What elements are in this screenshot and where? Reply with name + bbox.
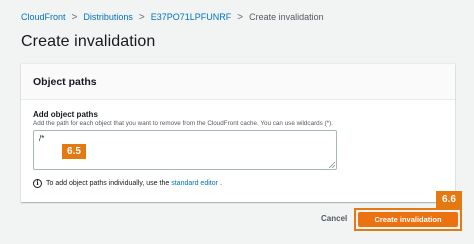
- info-suffix: .: [219, 180, 222, 187]
- create-invalidation-button[interactable]: Create invalidation: [358, 212, 458, 227]
- step-callout-create: 6.6: [436, 191, 462, 208]
- cancel-button[interactable]: Cancel: [321, 214, 347, 223]
- standard-editor-link[interactable]: standard editor: [171, 180, 218, 187]
- page-title: Create invalidation: [21, 33, 156, 50]
- info-hint: i To add object paths individually, use …: [33, 179, 222, 188]
- object-paths-value: /*: [39, 134, 45, 143]
- breadcrumb: CloudFront > Distributions > E37PO71LPFU…: [21, 10, 324, 24]
- create-button-highlight: Create invalidation: [354, 208, 462, 231]
- field-description: Add the path for each object that you wa…: [33, 120, 333, 127]
- step-callout-textarea: 6.5: [62, 144, 86, 159]
- panel-header: Object paths: [21, 64, 455, 100]
- breadcrumb-cloudfront[interactable]: CloudFront: [21, 12, 66, 22]
- info-prefix: To add object paths individually, use th…: [46, 180, 170, 187]
- chevron-right-icon: >: [138, 11, 145, 23]
- chevron-right-icon: >: [237, 11, 244, 23]
- resize-grip-icon[interactable]: [329, 162, 335, 168]
- breadcrumb-distribution-id[interactable]: E37PO71LPFUNRF: [151, 12, 232, 22]
- field-label: Add object paths: [33, 110, 98, 119]
- panel-title: Object paths: [33, 75, 97, 88]
- info-icon: i: [33, 179, 42, 188]
- breadcrumb-distributions[interactable]: Distributions: [83, 12, 133, 22]
- chevron-right-icon: >: [71, 11, 78, 23]
- breadcrumb-current: Create invalidation: [249, 12, 324, 22]
- object-paths-panel: Object paths Add object paths Add the pa…: [21, 64, 455, 202]
